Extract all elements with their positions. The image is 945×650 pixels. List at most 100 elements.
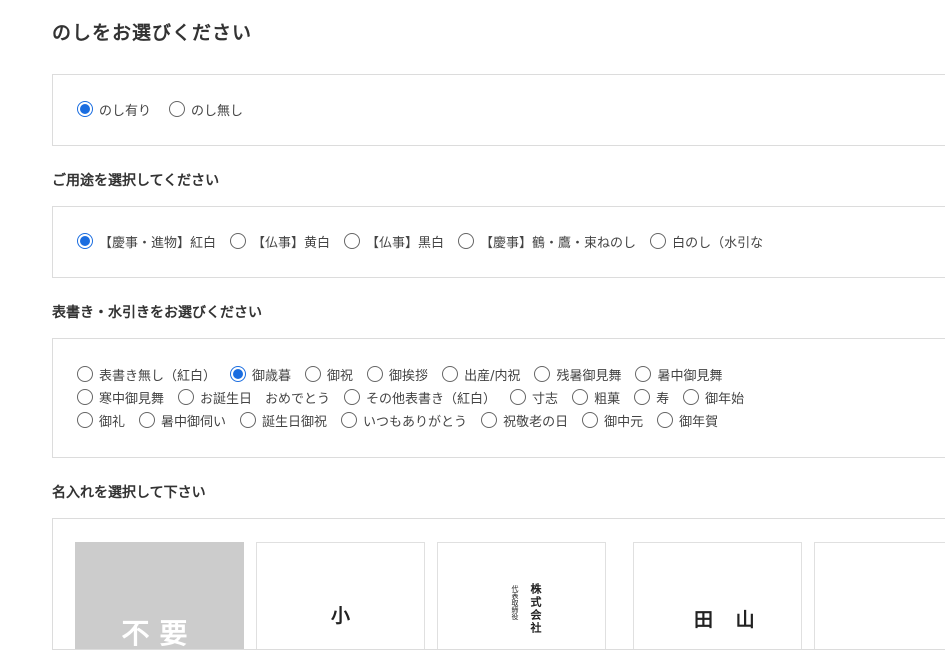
option-label: 御挨拶 — [389, 368, 429, 384]
option-label: 暑中御見舞 — [657, 368, 723, 384]
option-label: 【慶事】鶴・鷹・束ねのし — [480, 235, 637, 251]
option-label: 祝敬老の日 — [503, 414, 569, 430]
naire-section-label: 名入れを選択して下さい — [52, 485, 206, 501]
radio-button-icon[interactable] — [344, 233, 361, 249]
omotegaki-box: 表書き無し（紅白） 御歳暮 御祝 御挨拶 出産/内祝 残暑御見舞 暑中御見舞 寒… — [52, 338, 945, 458]
omotegaki-option-oiwai[interactable]: 御祝 — [305, 365, 353, 384]
option-label: いつもありがとう — [363, 414, 468, 430]
omotegaki-option-gonenshi[interactable]: 御年始 — [683, 388, 744, 407]
option-label: 【仏事】黒白 — [366, 235, 445, 251]
omotegaki-option-tanjobi-oiwai[interactable]: 誕生日御祝 — [240, 411, 327, 430]
radio-button-icon[interactable] — [344, 389, 361, 405]
usage-option-shironoshi[interactable]: 白のし（水引な — [650, 232, 763, 251]
radio-button-icon[interactable] — [77, 412, 93, 428]
omotegaki-option-kanchu[interactable]: 寒中御見舞 — [77, 388, 164, 407]
radio-button-icon[interactable] — [657, 412, 674, 428]
omotegaki-option-gonenga[interactable]: 御年賀 — [657, 411, 718, 430]
radio-button-icon[interactable] — [442, 366, 459, 382]
naire-card-fumyo[interactable]: 不要 — [75, 542, 244, 650]
omotegaki-option-oseibo[interactable]: 御歳暮 — [230, 365, 291, 384]
omotegaki-option-orei[interactable]: 御礼 — [77, 411, 125, 430]
omotegaki-row-2: 寒中御見舞 お誕生日 おめでとう その他表書き（紅白） 寸志 粗菓 寿 御年始 — [77, 386, 758, 408]
noshi-option-yes[interactable]: のし有り — [77, 100, 151, 119]
option-label: 御年賀 — [679, 414, 719, 430]
omotegaki-option-itsumo[interactable]: いつもありがとう — [341, 411, 467, 430]
option-label: 御年始 — [705, 391, 745, 407]
usage-option-keiji-tsuru[interactable]: 【慶事】鶴・鷹・束ねのし — [458, 232, 636, 251]
option-label: のし無し — [191, 103, 244, 119]
option-label: 寿 — [656, 391, 670, 407]
radio-button-icon[interactable] — [169, 101, 186, 117]
radio-button-icon[interactable] — [77, 366, 93, 382]
radio-button-icon[interactable] — [77, 233, 93, 249]
option-label: 粗菓 — [594, 391, 621, 407]
option-label: 出産/内祝 — [464, 368, 521, 384]
option-label: 【慶事・進物】紅白 — [99, 235, 217, 251]
omotegaki-option-tanjobi[interactable]: お誕生日 おめでとう — [178, 388, 330, 407]
omotegaki-option-nashi[interactable]: 表書き無し（紅白） — [77, 365, 216, 384]
option-label: 御祝 — [327, 368, 354, 384]
radio-button-icon[interactable] — [635, 366, 652, 382]
radio-button-icon[interactable] — [230, 366, 247, 382]
radio-button-icon[interactable] — [582, 412, 599, 428]
option-label: 御礼 — [99, 414, 126, 430]
omotegaki-option-ochugen[interactable]: 御中元 — [582, 411, 643, 430]
omotegaki-section-label: 表書き・水引きをお選びください — [52, 305, 262, 321]
option-label: 残暑御見舞 — [556, 368, 622, 384]
usage-box: 【慶事・進物】紅白 【仏事】黄白 【仏事】黒白 【慶事】鶴・鷹・束ねのし 白のし… — [52, 206, 945, 278]
noshi-box: のし有り のし無し — [52, 74, 945, 146]
omotegaki-row-3: 御礼 暑中御伺い 誕生日御祝 いつもありがとう 祝敬老の日 御中元 御年賀 — [77, 409, 732, 431]
option-label: 御中元 — [604, 414, 644, 430]
radio-button-icon[interactable] — [77, 389, 93, 405]
radio-button-icon[interactable] — [634, 389, 651, 405]
option-label: 寒中御見舞 — [99, 391, 165, 407]
option-label: 白のし（水引な — [672, 235, 764, 251]
radio-button-icon[interactable] — [240, 412, 257, 428]
radio-button-icon[interactable] — [305, 366, 322, 382]
naire-card-company[interactable]: 株式会社 代表取締役 — [437, 542, 606, 649]
naire-card-title-text: 代表取締役 — [511, 585, 519, 620]
option-label: のし有り — [99, 103, 152, 119]
omotegaki-option-sunshi[interactable]: 寸志 — [510, 388, 558, 407]
radio-button-icon[interactable] — [510, 389, 527, 405]
omotegaki-row-1: 表書き無し（紅白） 御歳暮 御祝 御挨拶 出産/内祝 残暑御見舞 暑中御見舞 — [77, 363, 736, 385]
naire-card-blank[interactable] — [814, 542, 945, 649]
omotegaki-option-sonota[interactable]: その他表書き（紅白） — [344, 388, 496, 407]
omotegaki-option-shussan[interactable]: 出産/内祝 — [442, 365, 520, 384]
radio-button-icon[interactable] — [341, 412, 358, 428]
omotegaki-option-zansho[interactable]: 残暑御見舞 — [534, 365, 621, 384]
naire-card-single-name[interactable]: 小 — [256, 542, 425, 649]
radio-button-icon[interactable] — [683, 389, 700, 405]
usage-option-keiji-kohaku[interactable]: 【慶事・進物】紅白 — [77, 232, 216, 251]
omotegaki-option-soka[interactable]: 粗菓 — [572, 388, 620, 407]
omotegaki-option-keiro[interactable]: 祝敬老の日 — [481, 411, 568, 430]
option-label: 寸志 — [532, 391, 559, 407]
radio-button-icon[interactable] — [650, 233, 667, 249]
usage-option-butsuji-kihaku[interactable]: 【仏事】黄白 — [230, 232, 330, 251]
page-title: のしをお選びください — [52, 22, 253, 44]
radio-button-icon[interactable] — [139, 412, 156, 428]
option-label: その他表書き（紅白） — [366, 391, 497, 407]
naire-box: 不要 小 株式会社 代表取締役 田 山 — [52, 518, 945, 650]
omotegaki-option-shochu[interactable]: 暑中御見舞 — [635, 365, 722, 384]
radio-button-icon[interactable] — [367, 366, 384, 382]
omotegaki-option-shochu-ukagai[interactable]: 暑中御伺い — [139, 411, 226, 430]
radio-button-icon[interactable] — [481, 412, 498, 428]
radio-button-icon[interactable] — [572, 389, 589, 405]
naire-card-text: 田 山 — [694, 609, 763, 631]
naire-card-text: 不要 — [121, 617, 198, 650]
radio-button-icon[interactable] — [534, 366, 551, 382]
radio-button-icon[interactable] — [178, 389, 195, 405]
omotegaki-option-kotobuki[interactable]: 寿 — [634, 388, 669, 407]
noshi-option-no[interactable]: のし無し — [169, 100, 243, 119]
radio-button-icon[interactable] — [77, 101, 93, 117]
option-label: 表書き無し（紅白） — [99, 368, 217, 384]
naire-card-two-names[interactable]: 田 山 — [633, 542, 802, 649]
omotegaki-option-goaisatsu[interactable]: 御挨拶 — [367, 365, 428, 384]
option-label: お誕生日 おめでとう — [200, 391, 331, 407]
option-label: 【仏事】黄白 — [252, 235, 331, 251]
radio-button-icon[interactable] — [458, 233, 475, 249]
usage-option-butsuji-kokuhaku[interactable]: 【仏事】黒白 — [344, 232, 444, 251]
radio-button-icon[interactable] — [230, 233, 247, 249]
option-label: 暑中御伺い — [161, 414, 227, 430]
